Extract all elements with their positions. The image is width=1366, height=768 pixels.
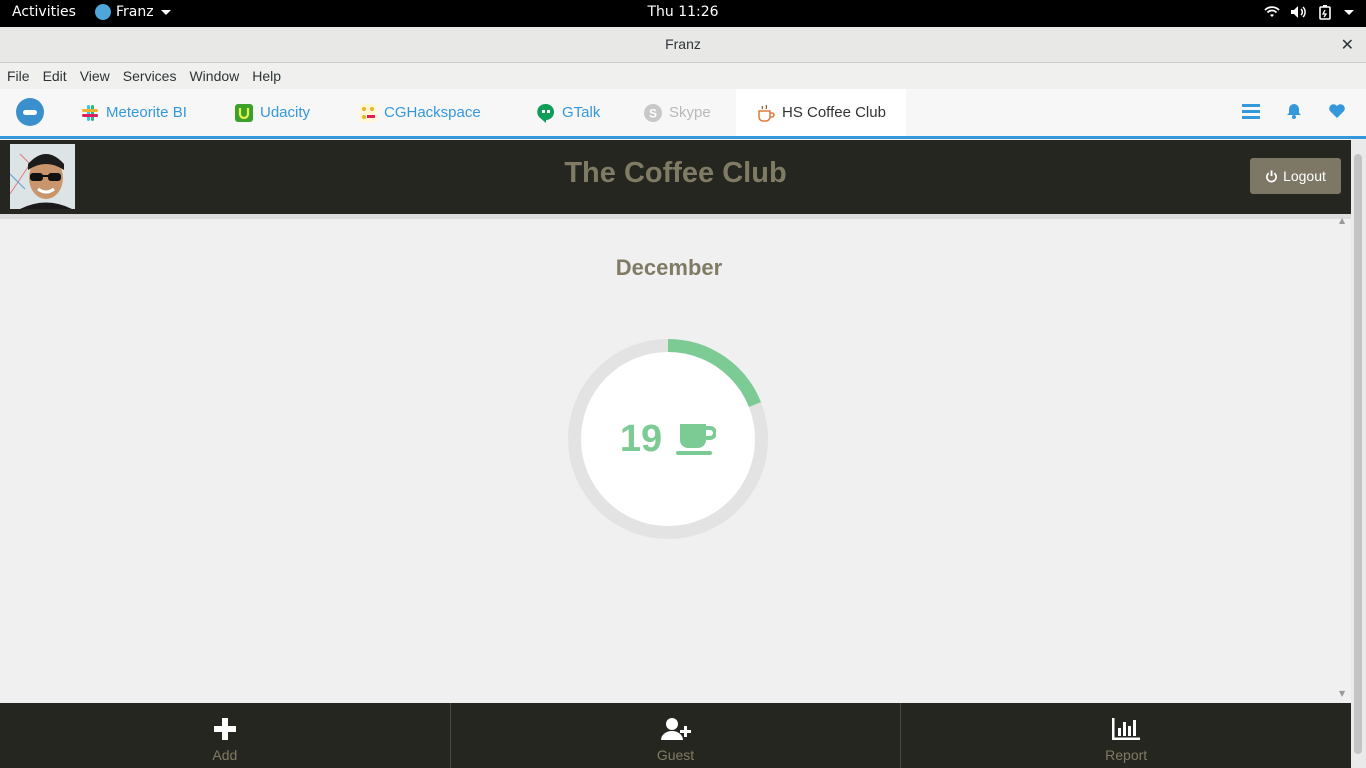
volume-icon [1291, 6, 1306, 18]
scrollbar[interactable] [1351, 140, 1366, 768]
activities-button[interactable]: Activities [12, 4, 76, 20]
tab-label: HS Coffee Club [782, 104, 886, 121]
tab-bar-actions [1242, 103, 1346, 119]
tab-gtalk[interactable]: GTalk [536, 89, 600, 136]
service-tab-bar: Meteorite BI Udacity CGHackspace GTalk S [0, 89, 1366, 139]
power-icon [1266, 169, 1277, 182]
tab-meteorite-bi[interactable]: Meteorite BI [80, 89, 187, 136]
chevron-down-icon [160, 9, 171, 15]
hangouts-icon [537, 103, 554, 123]
wifi-icon [1264, 6, 1280, 17]
month-heading: December [615, 255, 723, 280]
add-label: Add [212, 747, 238, 763]
bell-icon[interactable] [1286, 103, 1302, 119]
coffee-cup-icon [758, 104, 775, 122]
window-title-bar: Franz ✕ [0, 27, 1366, 63]
chevron-down-icon [1344, 9, 1354, 15]
skype-icon: S [644, 103, 662, 122]
tab-cghackspace[interactable]: CGHackspace [358, 89, 481, 136]
tab-udacity[interactable]: Udacity [234, 89, 310, 136]
tab-label: Meteorite BI [106, 104, 187, 121]
tab-hs-coffee-club[interactable]: HS Coffee Club [736, 89, 906, 136]
franz-logo-icon[interactable] [16, 98, 44, 126]
menu-file[interactable]: File [0, 63, 36, 89]
bottom-action-bar: Add Guest Report [0, 703, 1351, 768]
window-title: Franz [665, 36, 701, 52]
guest-label: Guest [656, 747, 695, 763]
plus-icon [213, 718, 236, 740]
tab-label: Udacity [260, 104, 311, 121]
menu-bar: File Edit View Services Window Help [0, 63, 1366, 89]
hamburger-menu-icon[interactable] [1242, 103, 1260, 119]
clock[interactable]: Thu 11:26 [0, 4, 1366, 20]
app-menu-label: Franz [116, 4, 154, 20]
tab-skype[interactable]: S Skype [643, 89, 711, 136]
report-label: Report [1105, 747, 1148, 763]
scroll-down-icon[interactable]: ▼ [1339, 689, 1345, 698]
menu-services[interactable]: Services [116, 63, 183, 89]
scrollbar-thumb[interactable] [1354, 154, 1362, 754]
menu-help[interactable]: Help [245, 63, 287, 89]
header-divider [0, 214, 1351, 219]
slack-icon [359, 103, 377, 122]
scroll-up-icon[interactable]: ▲ [1339, 216, 1345, 225]
guest-button[interactable]: Guest [451, 703, 902, 768]
menu-view[interactable]: View [73, 63, 116, 89]
coffee-club-header: The Coffee Club Logout [0, 140, 1351, 214]
report-button[interactable]: Report [901, 703, 1351, 768]
logout-label: Logout [1283, 168, 1326, 184]
add-user-icon [660, 718, 691, 740]
slack-icon [82, 104, 98, 121]
menu-window[interactable]: Window [182, 63, 245, 89]
system-top-bar: Activities Franz Thu 11:26 [0, 0, 1366, 27]
page-title: The Coffee Club [564, 157, 787, 189]
heart-icon[interactable] [1328, 103, 1346, 119]
menu-edit[interactable]: Edit [36, 63, 73, 89]
tab-label: Skype [669, 104, 711, 121]
coffee-cup-icon [676, 424, 717, 455]
bar-chart-icon [1112, 718, 1141, 740]
app-menu[interactable]: Franz [95, 4, 171, 20]
tab-label: GTalk [562, 104, 601, 121]
gauge-center: 19 [581, 352, 755, 526]
udacity-icon [235, 103, 253, 122]
close-icon[interactable]: ✕ [1341, 35, 1354, 54]
logout-button[interactable]: Logout [1250, 158, 1341, 194]
tab-label: CGHackspace [384, 104, 481, 121]
svg-text:S: S [649, 106, 657, 120]
add-button[interactable]: Add [0, 703, 451, 768]
franz-app-icon [95, 4, 111, 20]
system-tray[interactable] [1264, 4, 1354, 20]
coffee-count: 19 [619, 417, 663, 460]
battery-icon [1319, 5, 1331, 20]
